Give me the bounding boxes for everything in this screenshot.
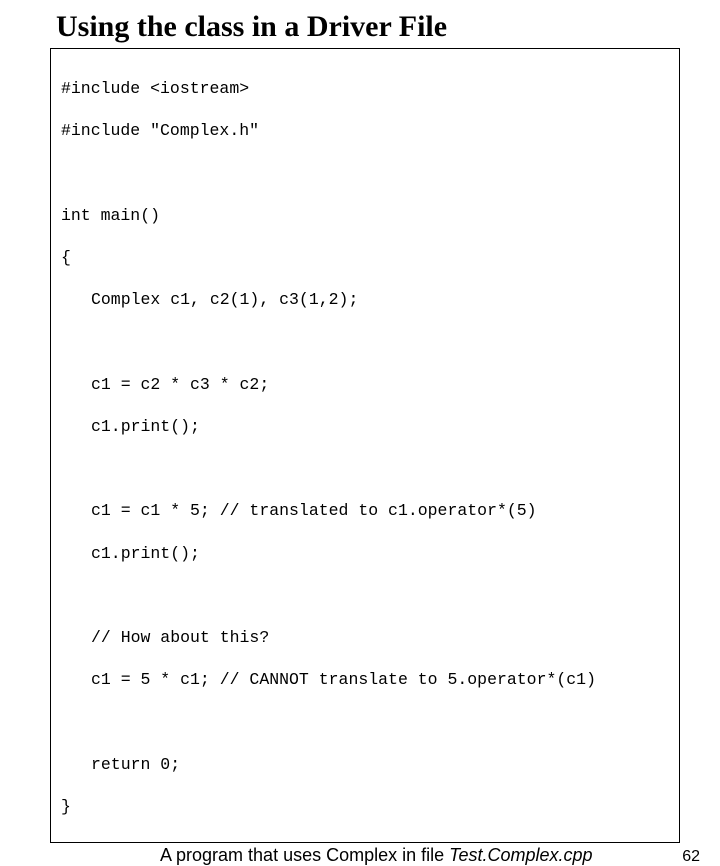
code-line: [61, 331, 669, 352]
code-line: #include "Complex.h": [61, 120, 669, 141]
code-line: c1 = c1 * 5; // translated to c1.operato…: [61, 500, 669, 521]
code-line: c1 = c2 * c3 * c2;: [61, 374, 669, 395]
code-line: [61, 163, 669, 184]
code-line: {: [61, 247, 669, 268]
code-line: // How about this?: [61, 627, 669, 648]
code-line: c1.print();: [61, 543, 669, 564]
caption-filename: Test.Complex.cpp: [449, 845, 592, 865]
caption-row: A program that uses Complex in file Test…: [50, 845, 680, 866]
caption: A program that uses Complex in file Test…: [160, 845, 593, 866]
code-line: [61, 458, 669, 479]
page-number: 62: [682, 848, 700, 866]
code-line: c1 = 5 * c1; // CANNOT translate to 5.op…: [61, 669, 669, 690]
caption-text: A program that uses Complex in file: [160, 845, 449, 865]
code-line: Complex c1, c2(1), c3(1,2);: [61, 289, 669, 310]
code-line: return 0;: [61, 754, 669, 775]
code-line: #include <iostream>: [61, 78, 669, 99]
code-line: }: [61, 796, 669, 817]
code-listing: #include <iostream> #include "Complex.h"…: [50, 48, 680, 843]
code-line: c1.print();: [61, 416, 669, 437]
code-line: [61, 711, 669, 732]
code-line: int main(): [61, 205, 669, 226]
code-line: [61, 585, 669, 606]
slide-title: Using the class in a Driver File: [50, 10, 680, 44]
